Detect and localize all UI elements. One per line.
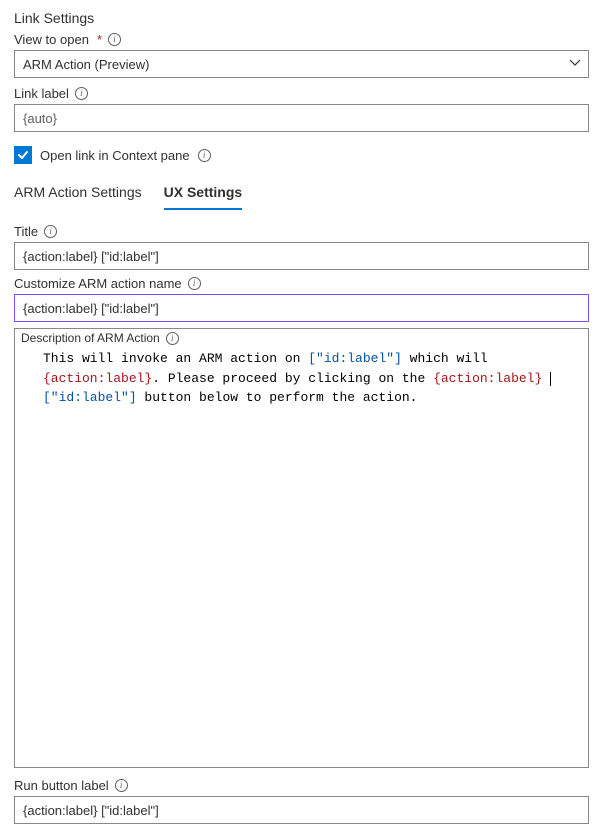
tabs: ARM Action Settings UX Settings	[14, 178, 589, 210]
label-text: Run button label	[14, 778, 109, 793]
view-to-open-select[interactable]: ARM Action (Preview)	[14, 50, 589, 78]
label-text: View to open	[14, 32, 89, 47]
customize-name-label: Customize ARM action name i	[14, 276, 589, 291]
open-context-checkbox[interactable]	[14, 146, 32, 164]
label-text: Description of ARM Action	[21, 331, 160, 345]
customize-name-input[interactable]	[14, 294, 589, 322]
info-icon: i	[188, 277, 201, 290]
run-button-label-label: Run button label i	[14, 778, 589, 793]
run-button-label-input[interactable]	[14, 796, 589, 824]
link-label-input[interactable]	[14, 104, 589, 132]
info-icon: i	[108, 33, 121, 46]
label-text: Title	[14, 224, 38, 239]
description-editor[interactable]: Description of ARM Action i This will in…	[14, 328, 589, 768]
description-body[interactable]: This will invoke an ARM action on ["id:l…	[15, 347, 588, 767]
required-asterisk: *	[97, 32, 102, 47]
info-icon: i	[75, 87, 88, 100]
info-icon: i	[198, 149, 211, 162]
info-icon: i	[166, 332, 179, 345]
tab-ux-settings[interactable]: UX Settings	[164, 178, 243, 210]
link-label-label: Link label i	[14, 86, 589, 101]
info-icon: i	[44, 225, 57, 238]
view-to-open-label: View to open * i	[14, 32, 589, 47]
section-title: Link Settings	[14, 10, 589, 26]
title-input[interactable]	[14, 242, 589, 270]
tab-arm-action-settings[interactable]: ARM Action Settings	[14, 178, 142, 210]
label-text: Link label	[14, 86, 69, 101]
description-label: Description of ARM Action i	[15, 329, 588, 347]
info-icon: i	[115, 779, 128, 792]
open-context-label: Open link in Context pane	[40, 148, 190, 163]
title-label: Title i	[14, 224, 589, 239]
label-text: Customize ARM action name	[14, 276, 182, 291]
